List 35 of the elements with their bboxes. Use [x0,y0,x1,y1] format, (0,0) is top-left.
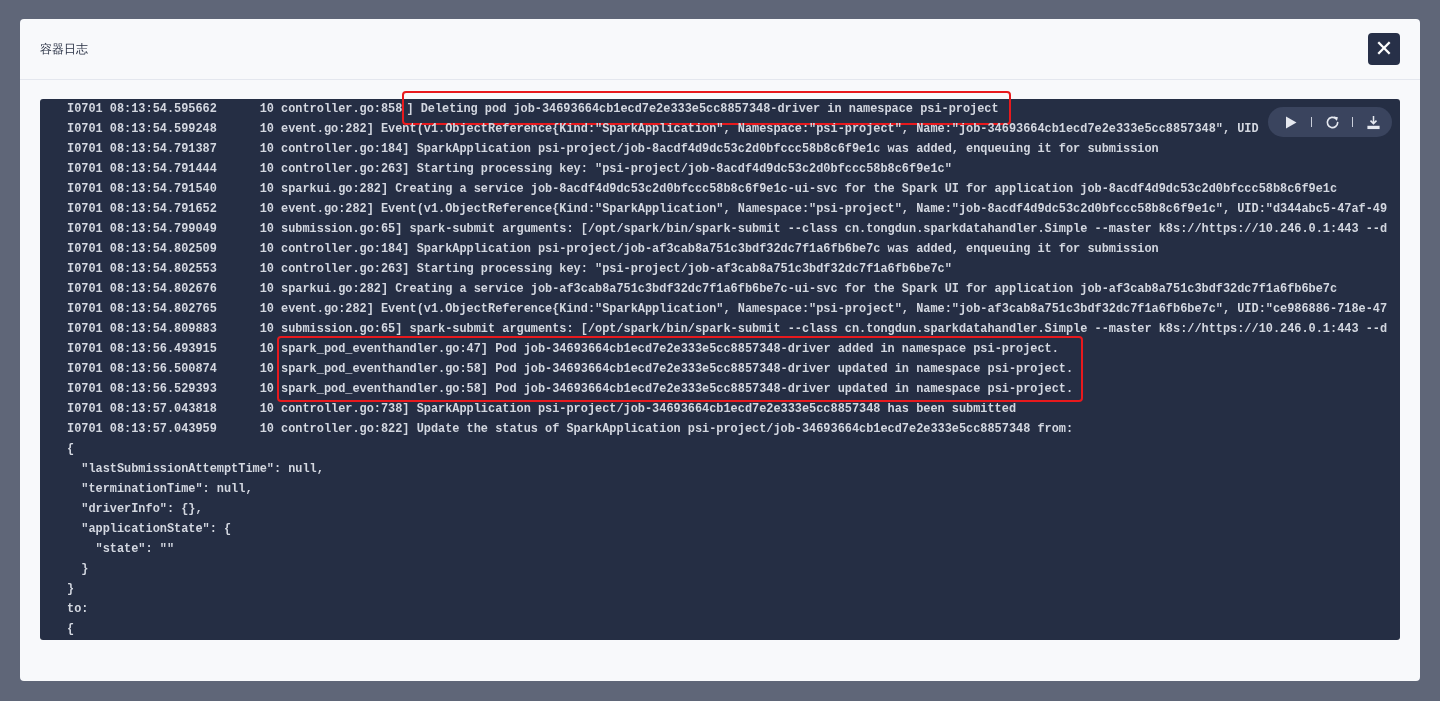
log-line: I0701 08:13:54.802509 10 controller.go:184] SparkApplication psi-project/job-af3cab8a751c3bdf32dc7f1a6fb6be7c was added, enqueuing it for submission [67,241,1159,258]
log-line: "terminationTime": null, [80,481,253,498]
highlighted-log-text: spark_pod_eventhandler.go:47] Pod job-34693664cb1ecd7e2e333e5cc8857348-driver added in namespace psi-project. [281,341,1060,358]
log-line: I0701 08:13:54.791652 10 event.go:282] Event(v1.ObjectReference{Kind:"SparkApplication", Namespace:"psi-project", Name:"job-8acdf4d9dc53c2d0bfccc58b8c6f9e1c", UID:"d344abc5-47af-49 [67,201,1388,218]
log-line: I0701 08:13:54.802553 10 controller.go:263] Starting processing key: "psi-project/job-af3cab8a751c3bdf32dc7f1a6fb6be7c" [67,261,952,278]
log-line: "driverInfo": {}, [80,501,203,518]
log-line: } [80,561,89,578]
log-line: I0701 08:13:54.791540 10 sparkui.go:282] Creating a service job-8acdf4d9dc53c2d0bfccc58b8c6f9e1c-ui-svc for the Spark UI for application job-8acdf4d9dc53c2d0bfccc58b8c6f9e1c [67,181,1338,198]
log-line: { [67,621,75,638]
log-line: I0701 08:13:54.791387 10 controller.go:184] SparkApplication psi-project/job-8acdf4d9dc53c2d0bfccc58b8c6f9e1c was added, enqueuing it for submission [67,141,1159,158]
log-line: I0701 08:13:54.791444 10 controller.go:263] Starting processing key: "psi-project/job-8acdf4d9dc53c2d0bfccc58b8c6f9e1c" [67,161,952,178]
log-line: I0701 08:13:57.043818 10 controller.go:738] SparkApplication psi-project/job-34693664cb1ecd7e2e333e5cc8857348 has been submitted [67,401,1017,418]
download-icon [1365,114,1381,130]
highlighted-log-text: spark_pod_eventhandler.go:58] Pod job-34693664cb1ecd7e2e333e5cc8857348-driver updated in namespace psi-project. [281,361,1074,378]
log-line: I0701 08:13:54.595662 10 controller.go:858 [67,101,403,118]
play-icon [1285,115,1297,129]
log-line: I0701 08:13:56.500874 10 [67,361,275,378]
log-line: I0701 08:13:56.529393 10 [67,381,275,398]
highlighted-log-text: spark_pod_eventhandler.go:58] Pod job-34693664cb1ecd7e2e333e5cc8857348-driver updated in namespace psi-project. [281,381,1074,398]
close-button[interactable]: ✕ [1368,33,1400,65]
log-line: I0701 08:13:54.809883 10 submission.go:65] spark-submit arguments: [/opt/spark/bin/spark-submit --class cn.tongdun.sparkdatahandler.Simple --master k8s://https://10.246.0.1:443 --d [67,321,1388,338]
log-line: } [67,581,75,598]
log-line: I0701 08:13:57.043959 10 controller.go:822] Update the status of SparkApplication psi-project/job-34693664cb1ecd7e2e333e5cc8857348 from: [67,421,1074,438]
log-line: "lastSubmissionAttemptTime": null, [80,461,324,478]
log-line: to: [67,601,89,618]
log-line: I0701 08:13:54.802765 10 event.go:282] Event(v1.ObjectReference{Kind:"SparkApplication", Namespace:"psi-project", Name:"job-af3cab8a751c3bdf32dc7f1a6fb6be7c", UID:"ce986886-718e-47 [67,301,1388,318]
refresh-icon [1324,114,1340,130]
log-line: "state": "" [94,541,175,558]
log-line: "applicationState": { [80,521,232,538]
download-button[interactable] [1364,113,1382,131]
log-line: I0701 08:13:54.799049 10 submission.go:65] spark-submit arguments: [/opt/spark/bin/spark-submit --class cn.tongdun.sparkdatahandler.Simple --master k8s://https://10.246.0.1:443 --d [67,221,1388,238]
dialog-title: 容器日志 [40,40,88,58]
log-line: { [67,441,75,458]
log-line: I0701 08:13:56.493915 10 [67,341,275,358]
log-line: I0701 08:13:54.802676 10 sparkui.go:282] Creating a service job-af3cab8a751c3bdf32dc7f1a6fb6be7c-ui-svc for the Spark UI for application job-af3cab8a751c3bdf32dc7f1a6fb6be7c [67,281,1338,298]
